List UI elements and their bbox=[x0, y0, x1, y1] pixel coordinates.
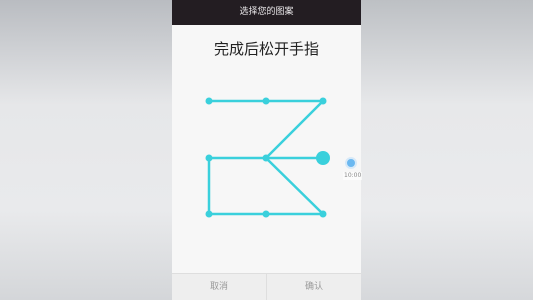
pattern-dot-1-0[interactable] bbox=[205, 154, 213, 162]
pattern-dot-0-2[interactable] bbox=[319, 97, 327, 105]
blurred-background-right bbox=[361, 0, 533, 300]
pattern-dot-2-0[interactable] bbox=[205, 210, 213, 218]
pattern-dot-0-0[interactable] bbox=[205, 97, 213, 105]
pattern-dot-1-2[interactable] bbox=[316, 151, 330, 165]
pattern-dot-2-1[interactable] bbox=[262, 210, 270, 218]
floating-assist-button[interactable] bbox=[345, 157, 357, 169]
floating-assist-label: 10:00 bbox=[343, 172, 363, 180]
confirm-button[interactable]: 确认 bbox=[267, 274, 361, 300]
pattern-dot-0-1[interactable] bbox=[262, 97, 270, 105]
pattern-dot-2-2[interactable] bbox=[319, 210, 327, 218]
cancel-button[interactable]: 取消 bbox=[172, 274, 267, 300]
phone-screen: 选择您的图案 完成后松开手指 取消 确认 bbox=[172, 0, 361, 300]
blurred-background-left bbox=[0, 0, 172, 300]
pattern-dot-1-1[interactable] bbox=[262, 154, 270, 162]
pattern-lock-grid[interactable] bbox=[172, 0, 361, 273]
bottom-action-bar: 取消 确认 bbox=[172, 273, 361, 300]
